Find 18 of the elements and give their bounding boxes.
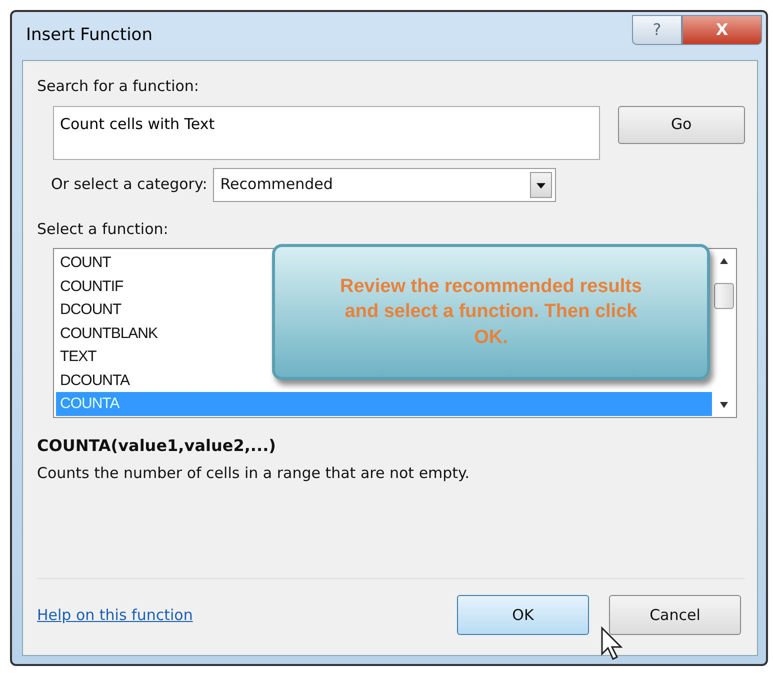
callout-tooltip-text: Review the recommended results and select a function. Then click OK. [339,274,643,350]
function-list-label: Select a function: [37,218,170,240]
cancel-button[interactable]: Cancel [609,595,741,635]
help-link[interactable]: Help on this function [37,604,193,626]
function-description: Counts the number of cells in a range that are not empty. [37,463,471,484]
scroll-down-icon[interactable] [719,401,729,409]
ok-button[interactable]: OK [457,595,589,635]
search-label: Search for a function: [37,76,200,97]
mouse-pointer-icon [600,626,624,662]
category-label: Or select a category: [51,174,208,196]
scroll-thumb[interactable] [714,283,734,309]
help-button[interactable]: ? [632,15,682,45]
function-signature: COUNTA(value1,value2,...) [37,435,277,457]
search-field[interactable]: Count cells with Text [53,106,600,160]
scroll-up-icon[interactable] [719,257,729,265]
category-dropdown[interactable]: Recommended [213,168,556,202]
go-button[interactable]: Go [618,106,745,144]
window-title: Insert Function [26,24,152,48]
